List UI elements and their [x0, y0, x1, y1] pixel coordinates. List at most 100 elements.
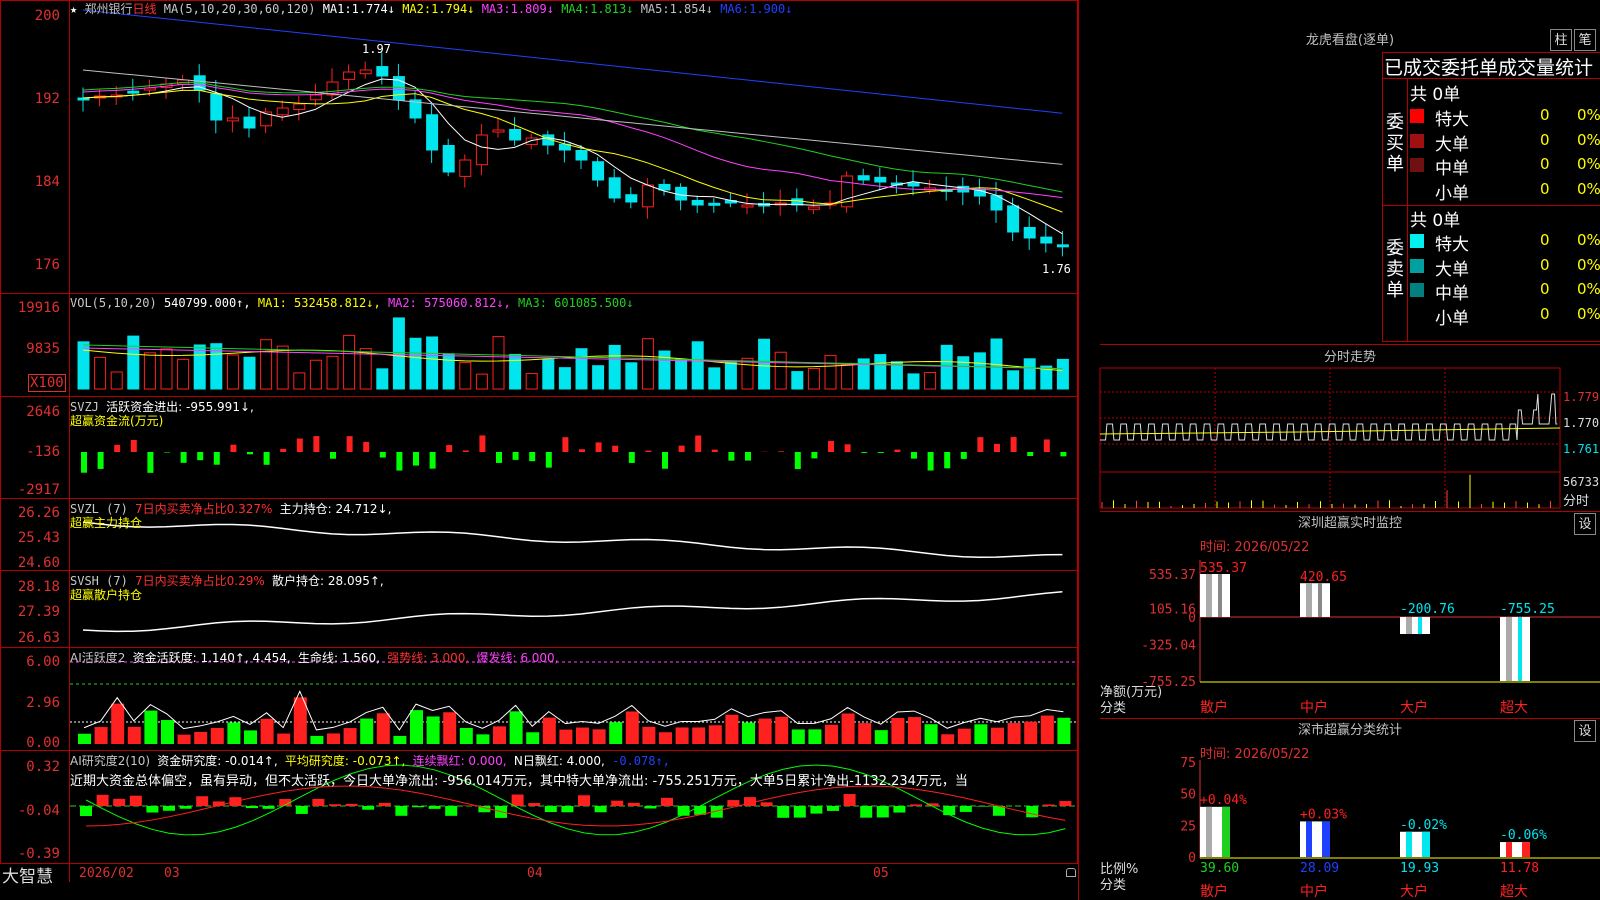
lock-icon[interactable] — [1066, 868, 1076, 877]
volume-bar — [309, 359, 322, 390]
fund-flow-bar — [595, 442, 602, 452]
fund-flow-bar — [728, 452, 735, 461]
volume-bar — [525, 373, 538, 390]
volume-bar — [193, 344, 206, 390]
candle-body — [608, 177, 621, 199]
candle-body — [1007, 205, 1020, 233]
fund-flow-bar — [794, 452, 801, 470]
stats-y-tick: 25 — [1180, 819, 1196, 834]
ma3-name: MA3: — [481, 2, 511, 16]
sell-total: 共 0单 — [1410, 211, 1461, 231]
volume-bar — [376, 368, 389, 390]
activity-bar — [459, 727, 473, 744]
activity-bar — [791, 729, 805, 744]
row-label: 特大 — [1435, 110, 1469, 130]
stats-time: 时间: 2026/05/22 — [1200, 747, 1310, 762]
activity-bar — [957, 728, 971, 744]
fund-flow-bar — [861, 452, 868, 453]
volume-bar — [260, 339, 273, 390]
brand-logo[interactable]: 大智慧 — [2, 862, 53, 887]
ma4-name: MA4: — [561, 2, 591, 16]
candle-body — [658, 183, 671, 191]
svsh-y-tick: 27.39 — [17, 604, 60, 620]
research-bar — [1026, 806, 1039, 818]
candle-body — [309, 94, 322, 101]
monitor-category-label: 大户 — [1400, 699, 1428, 716]
candle-body — [293, 103, 306, 111]
row-label: 中单 — [1435, 159, 1469, 179]
lhb-title: 龙虎看盘(逐单) — [1305, 33, 1395, 48]
vol-ma2: MA2: 575060.812↓ — [387, 296, 504, 310]
stats-settings-button[interactable]: 设 — [1574, 720, 1596, 742]
stats-bar-shade — [1522, 842, 1530, 857]
fund-flow-bar — [745, 452, 751, 461]
fund-flow-bar — [330, 452, 336, 459]
vol-unit-button[interactable]: X100 — [28, 374, 66, 392]
ma5-name: MA5: — [640, 2, 670, 16]
activity-bar — [891, 717, 905, 744]
favorite-star-icon[interactable]: ★ — [70, 2, 77, 16]
fund-flow-bar — [247, 452, 253, 455]
research-bar — [312, 798, 325, 806]
color-swatch — [1410, 234, 1424, 248]
stats-y-tick: 75 — [1180, 756, 1196, 771]
activity-bar — [775, 716, 789, 744]
ma2-line — [82, 89, 1063, 213]
monitor-value-label: 420.65 — [1300, 570, 1347, 585]
volume-bar — [110, 371, 123, 390]
candle-body — [442, 145, 455, 173]
candle-body — [276, 107, 289, 116]
fund-flow-bar — [662, 452, 668, 469]
stats-bar-shade — [1406, 831, 1412, 857]
activity-bar — [227, 722, 241, 744]
svsh-y-tick: 26.63 — [17, 630, 60, 646]
volume-bar — [326, 355, 339, 390]
volume-bar — [243, 356, 256, 390]
monitor-y-tick: 105.16 — [1149, 603, 1196, 618]
ma5-line — [82, 69, 1063, 165]
monitor-category-label: 散户 — [1200, 699, 1228, 716]
activity-bar — [526, 732, 540, 744]
research-bar — [362, 806, 375, 810]
fund-flow-bar — [711, 449, 718, 452]
volume-bar — [492, 336, 505, 390]
ma2-name: MA2: — [402, 2, 432, 16]
candle-body — [210, 93, 223, 121]
period-label[interactable]: 日线 — [132, 2, 156, 16]
lhb-divider — [1382, 78, 1600, 79]
activity-bar — [277, 733, 291, 744]
svzl-y-tick: 24.60 — [17, 555, 60, 571]
activity-bar — [310, 735, 324, 744]
volume-bar — [973, 352, 986, 390]
fund-flow-bar — [960, 452, 967, 459]
candle-body — [575, 150, 588, 161]
volume-bar — [940, 344, 953, 390]
volume-bar — [442, 353, 455, 390]
research-bar — [959, 806, 972, 812]
row-percent: 0% — [1577, 106, 1600, 124]
stats-category-label: 中户 — [1300, 883, 1328, 900]
fund-flow-bar — [180, 452, 187, 463]
monitor-bar — [1300, 583, 1330, 617]
stats-y-tick: 0 — [1188, 851, 1196, 866]
volume-bar — [143, 352, 156, 390]
research-bar — [412, 806, 424, 808]
stats-category-label: 散户 — [1200, 883, 1228, 900]
tick-mode-button[interactable]: 笔 — [1574, 29, 1596, 51]
bar-mode-button[interactable]: 柱 — [1550, 29, 1572, 51]
vol-value: 540799.000↑ — [163, 296, 244, 310]
monitor-settings-button[interactable]: 设 — [1574, 513, 1596, 535]
row-count: 0 — [1540, 280, 1550, 298]
volume-bar — [774, 351, 787, 390]
svsh-ratio: 7日内买卖净占比0.29% — [135, 574, 265, 588]
stock-name[interactable]: 郑州银行 — [84, 2, 132, 16]
candle-body — [243, 116, 256, 129]
activity-bar — [476, 734, 490, 744]
activity-bar — [1007, 723, 1021, 744]
candle-body — [1056, 244, 1069, 248]
fund-flow-bar — [828, 440, 834, 452]
research-bar — [976, 806, 989, 807]
volume-bar — [758, 338, 771, 390]
fund-flow-bar — [529, 452, 536, 462]
ma1-line — [82, 78, 1063, 235]
